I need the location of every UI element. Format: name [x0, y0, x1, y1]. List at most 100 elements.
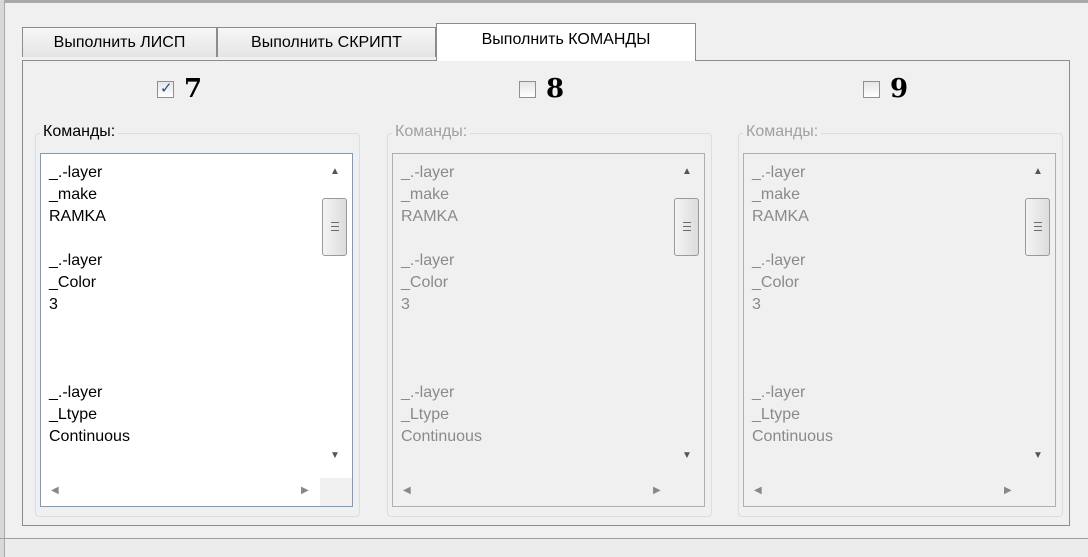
command-line: _Ltype [49, 406, 98, 423]
command-line: _Color [49, 274, 97, 291]
grip-line [331, 222, 339, 223]
command-line: Continuous [49, 428, 130, 445]
scroll-left-icon: ◀ [403, 485, 411, 496]
grip-line [331, 230, 339, 231]
command-line: RAMKA [401, 208, 458, 225]
commands-group-7: Команды: _.-layer _make RAMKA _.-layer _… [35, 123, 360, 517]
command-line: _Color [752, 274, 800, 291]
commands-group-9: Команды: _.-layer _make RAMKA _.-layer _… [738, 123, 1063, 517]
scroll-right-icon: ▶ [653, 485, 661, 496]
command-line [401, 338, 671, 360]
command-line: _Ltype [752, 406, 801, 423]
grip-line [683, 226, 691, 227]
column-number: 7 [184, 74, 203, 104]
scroll-thumb [1025, 198, 1050, 256]
vertical-scrollbar: ▲ ▼ [672, 154, 704, 478]
scroll-thumb[interactable] [322, 198, 347, 256]
command-line: Continuous [401, 428, 482, 445]
enable-checkbox-8[interactable] [519, 80, 536, 98]
command-line: _.-layer [752, 384, 806, 401]
command-line [401, 316, 671, 338]
command-line [401, 360, 671, 382]
scrollbar-corner [1023, 478, 1055, 506]
command-line: _.-layer [401, 164, 455, 181]
command-line: 3 [401, 296, 410, 313]
commands-lines: _.-layer _make RAMKA _.-layer _Color 3 _… [752, 162, 1022, 448]
scroll-thumb [674, 198, 699, 256]
command-line [752, 360, 1022, 382]
scroll-right-icon: ▶ [1004, 485, 1012, 496]
command-line [752, 228, 1022, 250]
command-line: _Color [401, 274, 449, 291]
horizontal-scrollbar[interactable]: ◀ ▶ [41, 478, 321, 506]
scroll-down-icon: ▼ [1033, 450, 1043, 461]
command-line [49, 316, 319, 338]
grip-line [1034, 222, 1042, 223]
tab-run-lisp[interactable]: Выполнить ЛИСП [22, 27, 217, 57]
command-line [752, 338, 1022, 360]
command-line: _Ltype [401, 406, 450, 423]
group-label: Команды: [743, 123, 822, 141]
tab-run-script[interactable]: Выполнить СКРИПТ [217, 27, 436, 57]
scroll-up-icon: ▲ [1033, 166, 1043, 177]
commands-textarea-9: _.-layer _make RAMKA _.-layer _Color 3 _… [743, 153, 1056, 507]
command-line [401, 228, 671, 250]
scroll-down-icon[interactable]: ▼ [330, 450, 340, 461]
horizontal-scrollbar: ◀ ▶ [393, 478, 673, 506]
bottom-strip [5, 539, 1088, 557]
grip-line [331, 226, 339, 227]
command-line: 3 [752, 296, 761, 313]
window-top-border [0, 0, 1088, 3]
column-number: 8 [546, 74, 565, 104]
command-line: 3 [49, 296, 58, 313]
enable-checkbox-7[interactable]: ✓ [157, 79, 174, 98]
scroll-left-icon: ◀ [754, 485, 762, 496]
column-9-header: 9 [863, 74, 909, 104]
command-line: _.-layer [752, 164, 806, 181]
command-line [49, 228, 319, 250]
scrollbar-corner [672, 478, 704, 506]
grip-line [683, 222, 691, 223]
window-left-border [0, 0, 5, 557]
commands-textarea-8: _.-layer _make RAMKA _.-layer _Color 3 _… [392, 153, 705, 507]
scroll-up-icon[interactable]: ▲ [330, 166, 340, 177]
command-line: RAMKA [49, 208, 106, 225]
enable-checkbox-9[interactable] [863, 80, 880, 98]
scroll-down-icon: ▼ [682, 450, 692, 461]
vertical-scrollbar[interactable]: ▲ ▼ [320, 154, 352, 478]
column-number: 9 [890, 74, 909, 104]
scroll-up-icon: ▲ [682, 166, 692, 177]
commands-lines: _.-layer _make RAMKA _.-layer _Color 3 _… [49, 162, 319, 448]
command-line: _.-layer [49, 384, 103, 401]
command-line: _make [752, 186, 801, 203]
command-line: RAMKA [752, 208, 809, 225]
scrollbar-corner [320, 478, 352, 506]
grip-line [1034, 230, 1042, 231]
command-line: _.-layer [401, 384, 455, 401]
command-line: _.-layer [49, 252, 103, 269]
command-line [49, 360, 319, 382]
tab-run-commands[interactable]: Выполнить КОМАНДЫ [436, 23, 696, 61]
command-line: _make [401, 186, 450, 203]
scroll-left-icon[interactable]: ◀ [51, 485, 59, 496]
commands-group-8: Команды: _.-layer _make RAMKA _.-layer _… [387, 123, 712, 517]
command-line: _make [49, 186, 98, 203]
grip-line [683, 230, 691, 231]
command-line: _.-layer [49, 164, 103, 181]
horizontal-scrollbar: ◀ ▶ [744, 478, 1024, 506]
command-line: Continuous [752, 428, 833, 445]
group-label: Команды: [40, 123, 119, 141]
grip-line [1034, 226, 1042, 227]
column-8-header: 8 [519, 74, 565, 104]
group-label: Команды: [392, 123, 471, 141]
vertical-scrollbar: ▲ ▼ [1023, 154, 1055, 478]
tab-panel-commands: ✓ 7 Команды: _.-layer _make RAMKA _.-lay… [22, 60, 1070, 526]
command-line [752, 316, 1022, 338]
column-7-header: ✓ 7 [157, 74, 203, 104]
commands-textarea-7[interactable]: _.-layer _make RAMKA _.-layer _Color 3 _… [40, 153, 353, 507]
command-line: _.-layer [401, 252, 455, 269]
command-line [49, 338, 319, 360]
scroll-right-icon[interactable]: ▶ [301, 485, 309, 496]
command-line: _.-layer [752, 252, 806, 269]
commands-lines: _.-layer _make RAMKA _.-layer _Color 3 _… [401, 162, 671, 448]
